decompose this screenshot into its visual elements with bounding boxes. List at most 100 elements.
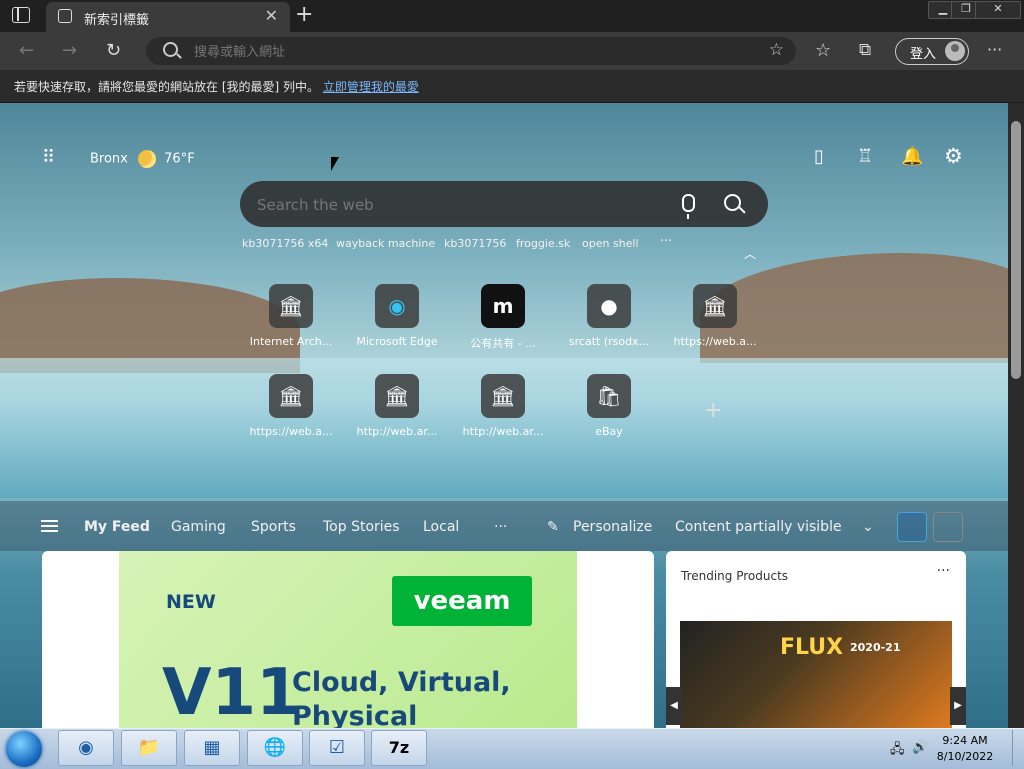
ad-badge: NEW (166, 591, 216, 613)
settings-more-icon[interactable]: ··· (987, 40, 1002, 59)
museum-icon: 🏛 (693, 284, 737, 328)
shopping-bag-icon: 🛍 (587, 374, 631, 418)
feed-tab-local[interactable]: Local (423, 519, 459, 535)
moon-cloud-icon (138, 150, 157, 168)
museum-icon: 🏛 (375, 374, 419, 418)
show-desktop-button[interactable] (1012, 730, 1023, 766)
search-icon[interactable] (724, 194, 741, 211)
control-panel-taskbar-icon[interactable]: ▦ (184, 730, 240, 766)
search-icon (163, 42, 178, 57)
ad-card[interactable]: NEW veeam V11 Cloud, Virtual, Physical (42, 551, 654, 728)
notifications-bell-icon[interactable]: 🔔 (901, 146, 923, 167)
rewards-icon[interactable]: ♖ (857, 146, 873, 167)
top-site-tile[interactable]: 🏛 http://web.ar... (351, 374, 443, 444)
back-button[interactable]: ← (19, 40, 34, 61)
carousel-prev-button[interactable]: ◀ (666, 687, 682, 725)
tile-label: 公有共有 - ... (470, 337, 536, 350)
avatar (945, 41, 965, 61)
tile-label: https://web.a... (249, 425, 333, 438)
chevron-down-icon[interactable]: ⌄ (862, 519, 874, 535)
task-manager-taskbar-icon[interactable]: ☑ (309, 730, 365, 766)
content-visibility-dropdown[interactable]: Content partially visible (675, 519, 842, 535)
manage-favorites-link[interactable]: 立即管理我的最愛 (323, 80, 419, 94)
web-search-input[interactable] (255, 193, 639, 217)
top-site-tile[interactable]: ◉ Microsoft Edge (351, 284, 443, 354)
collapse-chevron-icon[interactable]: ︿ (744, 245, 756, 262)
scrollbar-thumb[interactable] (1011, 121, 1021, 379)
new-tab-page: ⠿ Bronx 76°F ▯ ♖ 🔔 ⚙ kb3071756 x64 wayba… (0, 103, 1008, 728)
explorer-taskbar-icon[interactable]: 📁 (121, 730, 177, 766)
tile-label: Microsoft Edge (356, 335, 438, 348)
mouse-cursor-icon (331, 157, 339, 171)
tab-close-button[interactable]: ✕ (265, 6, 278, 25)
top-site-tile[interactable]: 🏛 Internet Arch... (245, 284, 337, 354)
ad-subheadline: Cloud, Virtual, Physical (292, 666, 511, 728)
forward-button[interactable]: → (62, 40, 77, 61)
carousel-next-button[interactable]: ▶ (950, 687, 966, 725)
quick-search-more[interactable]: ··· (660, 234, 672, 249)
feed-tab-my-feed[interactable]: My Feed (84, 519, 150, 535)
network-globe-taskbar-icon[interactable]: 🌐 (247, 730, 303, 766)
quick-search-link[interactable]: froggie.sk (516, 237, 570, 250)
personalize-button[interactable]: Personalize (573, 519, 652, 535)
web-search-box[interactable] (240, 181, 768, 227)
quick-search-link[interactable]: kb3071756 x64 (242, 237, 328, 250)
add-site-button[interactable]: + (704, 398, 722, 423)
start-button[interactable] (6, 731, 42, 767)
page-settings-gear-icon[interactable]: ⚙ (944, 144, 963, 168)
system-clock[interactable]: 9:24 AM 8/10/2022 (920, 733, 1010, 765)
favorites-icon[interactable]: ☆ (815, 40, 831, 61)
feed-tab-gaming[interactable]: Gaming (171, 519, 226, 535)
top-site-tile[interactable]: 🏛 https://web.a... (245, 374, 337, 444)
network-tray-icon[interactable]: 🖧 (890, 740, 905, 762)
tab-title: 新索引標籤 (84, 13, 150, 28)
tile-label: http://web.ar... (462, 425, 544, 438)
card-title: Trending Products (681, 569, 789, 583)
microphone-icon[interactable] (682, 194, 695, 219)
weather-widget[interactable]: Bronx 76°F (90, 150, 195, 168)
list-view-toggle[interactable] (933, 512, 963, 542)
veeam-logo: veeam (392, 576, 532, 626)
trending-products-card[interactable]: Trending Products ··· FLUX 2020-21 ◀ ▶ (666, 551, 966, 728)
sign-in-button[interactable]: 登入 (895, 38, 969, 65)
quick-search-link[interactable]: open shell (582, 237, 639, 250)
tab-new-tab[interactable]: 新索引標籤 ✕ (46, 2, 290, 32)
address-bar[interactable]: ☆ (146, 37, 796, 65)
grid-view-toggle[interactable] (897, 512, 927, 542)
ad-line-1: Cloud, Virtual, (292, 667, 511, 698)
page-scrollbar[interactable] (1008, 103, 1024, 728)
add-favorite-icon[interactable]: ☆ (769, 40, 784, 60)
top-site-tile[interactable]: 🏛 https://web.a... (669, 284, 761, 354)
tile-label: http://web.ar... (356, 425, 438, 438)
phone-icon[interactable]: ▯ (814, 146, 824, 167)
edge-icon: ◉ (375, 284, 419, 328)
tab-actions-icon[interactable] (12, 7, 30, 23)
favorites-prompt: 若要快速存取，請將您最愛的網站放在 [我的最愛] 列中。 立即管理我的最愛 (14, 78, 419, 95)
github-icon: ● (587, 284, 631, 328)
tile-label: srcatt (rsodx... (568, 335, 650, 348)
hamburger-menu-icon[interactable] (41, 520, 58, 532)
tile-label: Internet Arch... (249, 335, 333, 348)
new-tab-button[interactable]: + (295, 2, 313, 28)
refresh-button[interactable]: ↻ (106, 40, 121, 61)
quick-search-link[interactable]: kb3071756 (444, 237, 506, 250)
top-site-tile[interactable]: 🛍 eBay (563, 374, 655, 444)
ad-line-2: Physical (292, 701, 418, 728)
feed-tab-top-stories[interactable]: Top Stories (323, 519, 400, 535)
top-site-tile[interactable]: 🏛 http://web.ar... (457, 374, 549, 444)
top-site-tile[interactable]: m 公有共有 - ... (457, 284, 549, 354)
top-site-tile[interactable]: ● srcatt (rsodx... (563, 284, 655, 354)
museum-icon: 🏛 (481, 374, 525, 418)
quick-search-link[interactable]: wayback machine (336, 237, 435, 250)
clock-date: 8/10/2022 (936, 750, 994, 763)
feed-tab-sports[interactable]: Sports (251, 519, 296, 535)
feed-more-button[interactable]: ··· (494, 519, 507, 535)
edge-taskbar-icon[interactable]: ◉ (58, 730, 114, 766)
close-window-button[interactable]: ✕ (975, 1, 1021, 19)
collections-icon[interactable]: ⧉ (859, 40, 871, 60)
7zip-taskbar-icon[interactable]: 7z (371, 730, 427, 766)
address-input[interactable] (192, 40, 756, 64)
app-launcher-icon[interactable]: ⠿ (42, 147, 55, 168)
product-image: FLUX 2020-21 (680, 621, 952, 728)
card-menu-button[interactable]: ··· (937, 563, 950, 579)
